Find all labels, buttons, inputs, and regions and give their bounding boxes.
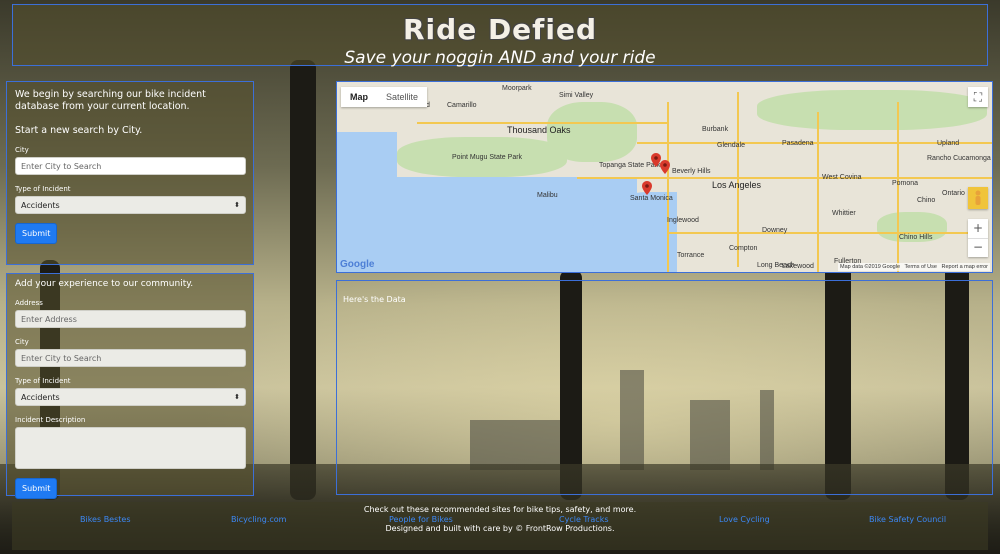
footer-link[interactable]: People for Bikes: [389, 515, 453, 524]
zoom-out-button[interactable]: −: [968, 238, 988, 257]
incident-marker-icon[interactable]: [642, 181, 652, 195]
select-arrows-icon: ⬍: [234, 201, 240, 209]
incident-type-label: Type of Incident: [15, 185, 71, 193]
satellite-tab[interactable]: Satellite: [377, 87, 427, 107]
report-address-input[interactable]: Enter Address: [15, 310, 246, 328]
map-data-credit: Map data ©2019 Google: [840, 264, 901, 270]
map-place: Whittier: [832, 210, 856, 217]
site-subtitle: Save your noggin AND and your ride: [344, 48, 656, 68]
map-place: Chino Hills: [899, 234, 933, 241]
search-submit-button[interactable]: Submit: [15, 223, 58, 244]
footer-link[interactable]: Bicycling.com: [231, 515, 286, 524]
site-footer: Check out these recommended sites for bi…: [12, 502, 988, 550]
report-error-link[interactable]: Report a map error: [942, 264, 988, 270]
report-incident-type-select[interactable]: Accidents ⬍: [15, 388, 246, 406]
report-city-input[interactable]: Enter City to Search: [15, 349, 246, 367]
map-place: Thousand Oaks: [507, 125, 571, 135]
map-place: Lakewood: [782, 263, 814, 270]
map-place: Moorpark: [502, 85, 532, 92]
site-title: Ride Defied: [403, 13, 597, 46]
map-place: Downey: [762, 227, 788, 234]
map-place: Inglewood: [667, 217, 699, 224]
incident-description-textarea[interactable]: [15, 427, 246, 469]
fullscreen-icon[interactable]: ⛶: [968, 87, 988, 107]
report-heading: Add your experience to our community.: [15, 279, 194, 289]
map-place: Los Angeles: [712, 180, 762, 190]
report-address-placeholder: Enter Address: [21, 314, 77, 324]
footer-link[interactable]: Bikes Bestes: [80, 515, 131, 524]
results-heading: Here's the Data: [343, 295, 406, 304]
map-attribution: Map data ©2019 Google Terms of Use Repor…: [838, 263, 990, 271]
search-incident-type-value: Accidents: [21, 200, 60, 210]
map-place: Pasadena: [782, 140, 814, 147]
map-place: Chino: [917, 197, 936, 204]
search-city-placeholder: Enter City to Search: [21, 161, 102, 171]
map-place: Santa Monica: [630, 195, 673, 202]
search-panel: We begin by searching our bike incident …: [6, 81, 254, 265]
map-type-control: Map Satellite: [341, 87, 428, 107]
map-place: Simi Valley: [559, 92, 594, 99]
results-panel: Here's the Data: [336, 280, 993, 495]
footer-link[interactable]: Love Cycling: [719, 515, 770, 524]
search-intro: We begin by searching our bike incident …: [15, 89, 206, 112]
terms-link[interactable]: Terms of Use: [905, 264, 937, 270]
incident-map[interactable]: Moorpark Simi Valley Thousand Oaks Burba…: [336, 81, 993, 273]
site-header: Ride Defied Save your noggin AND and you…: [12, 4, 988, 68]
footer-credit: Designed and built with care by © FrontR…: [385, 524, 615, 533]
report-incident-type-label: Type of Incident: [15, 377, 71, 385]
map-place: Glendale: [717, 142, 746, 149]
map-place: Beverly Hills: [672, 168, 711, 175]
footer-message: Check out these recommended sites for bi…: [363, 505, 637, 514]
incident-description-label: Incident Description: [15, 416, 86, 424]
city-label: City: [15, 146, 29, 154]
map-tab[interactable]: Map: [341, 87, 377, 107]
select-arrows-icon: ⬍: [234, 393, 240, 401]
search-start-text: Start a new search by City.: [15, 125, 143, 136]
map-place: Malibu: [537, 192, 558, 199]
search-incident-type-select[interactable]: Accidents ⬍: [15, 196, 246, 214]
footer-link[interactable]: Cycle Tracks: [559, 515, 609, 524]
report-submit-button[interactable]: Submit: [15, 478, 58, 499]
map-place: West Covina: [822, 174, 862, 181]
zoom-in-button[interactable]: +: [968, 219, 988, 238]
search-city-input[interactable]: Enter City to Search: [15, 157, 246, 175]
address-label: Address: [15, 299, 43, 307]
report-city-placeholder: Enter City to Search: [21, 353, 102, 363]
map-place: Ontario: [942, 190, 965, 197]
google-logo: Google: [340, 259, 375, 270]
pegman-icon[interactable]: [968, 187, 988, 209]
map-place: Compton: [729, 245, 758, 252]
zoom-control: + −: [968, 219, 988, 257]
map-place: Camarillo: [447, 102, 477, 109]
report-incident-type-value: Accidents: [21, 392, 60, 402]
map-place: Upland: [937, 140, 960, 147]
incident-marker-icon[interactable]: [660, 160, 670, 174]
map-place: Rancho Cucamonga: [927, 155, 991, 162]
map-place: Point Mugu State Park: [452, 154, 523, 161]
map-place: Pomona: [892, 180, 919, 187]
report-panel: Add your experience to our community. Ad…: [6, 273, 254, 499]
report-city-label: City: [15, 338, 29, 346]
map-place: Burbank: [702, 126, 729, 133]
map-place: Torrance: [677, 252, 705, 259]
footer-link[interactable]: Bike Safety Council: [869, 515, 946, 524]
